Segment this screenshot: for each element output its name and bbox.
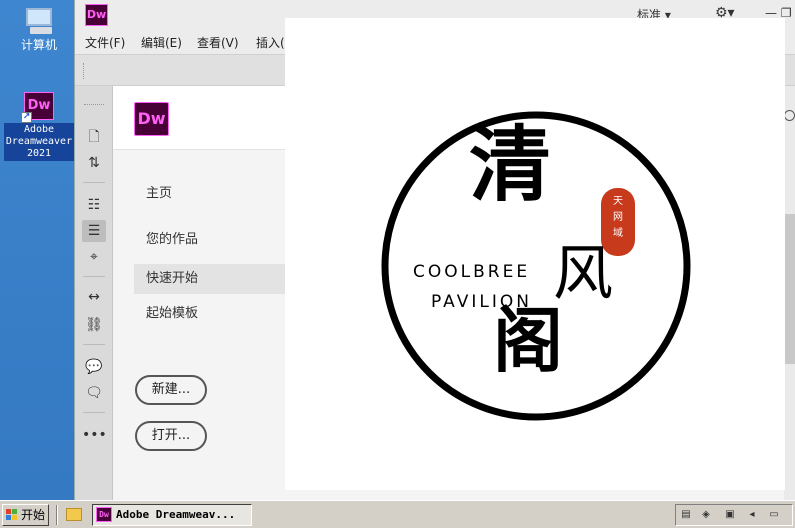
label-line: 2021: [26, 148, 52, 159]
logo-char-main: 清: [469, 117, 552, 213]
app-logo-icon: Dw: [85, 4, 108, 26]
seal-char: 天: [613, 196, 623, 207]
menu-edit[interactable]: 编辑(E): [141, 34, 182, 51]
nav-starter-templates[interactable]: 起始模板: [134, 299, 294, 329]
system-tray: ▤ ◈ ▣ ◂ ▭: [675, 504, 793, 526]
logo-char-ge: 阁: [493, 299, 563, 382]
file-icon[interactable]: 🗋: [82, 126, 106, 148]
tool-divider: [83, 276, 105, 277]
tray-ime-icon[interactable]: ▭: [768, 509, 780, 521]
windows-flag-icon: [6, 509, 18, 521]
tray-monitor-icon[interactable]: ▣: [724, 509, 736, 521]
start-label: 开始: [21, 508, 46, 522]
shortcut-arrow-icon: ↗: [21, 112, 32, 123]
desktop-icon-label: 计算机: [20, 38, 57, 52]
open-button[interactable]: 打开...: [135, 421, 207, 451]
scrollbar[interactable]: [784, 86, 795, 500]
expand-icon[interactable]: ↔: [82, 286, 106, 308]
dreamweaver-icon: Dw ↗: [21, 92, 54, 123]
code-format-icon[interactable]: ☰: [82, 220, 106, 242]
desktop-icon-label: Adobe Dreamweaver 2021: [4, 123, 74, 161]
logo-ring: [381, 111, 691, 421]
tray-shield-icon[interactable]: ◈: [700, 509, 712, 521]
dreamweaver-icon: Dw: [96, 507, 112, 522]
menu-insert[interactable]: 插入(: [256, 34, 285, 51]
desktop-icon-dreamweaver[interactable]: Dw ↗ Adobe Dreamweaver 2021: [4, 92, 74, 161]
new-button[interactable]: 新建...: [135, 375, 207, 405]
computer-icon: [22, 8, 56, 36]
nav-home[interactable]: 主页: [134, 179, 294, 209]
menu-view[interactable]: 查看(V): [197, 34, 239, 51]
nav-your-work[interactable]: 您的作品: [134, 225, 294, 255]
taskbar: 开始 Dw Adobe Dreamweav... ▤ ◈ ▣ ◂ ▭: [0, 500, 795, 528]
label-line: Adobe: [23, 124, 55, 135]
properties-icon[interactable]: ☷: [82, 194, 106, 216]
label-line: Dreamweaver: [5, 136, 73, 147]
logo-image: 清 天 网 域 COOLBREE 风 PAVILION 阁: [285, 18, 785, 490]
tool-divider: [83, 182, 105, 183]
start-button[interactable]: 开始: [2, 504, 49, 526]
rail-grip[interactable]: [84, 104, 104, 107]
link-icon[interactable]: ⛓: [82, 314, 106, 336]
more-icon[interactable]: •••: [82, 424, 107, 446]
crosshair-icon[interactable]: ⌖: [82, 246, 106, 268]
desktop-icon-computer[interactable]: 计算机: [4, 8, 74, 52]
tray-volume-icon[interactable]: ◂: [746, 509, 758, 521]
comment-icon[interactable]: 💬: [82, 356, 106, 378]
dreamweaver-logo-icon: Dw: [134, 102, 169, 136]
comment-remove-icon[interactable]: 🗨: [82, 382, 106, 404]
toolbar-grip[interactable]: [83, 63, 86, 79]
quicklaunch-divider: [56, 505, 58, 525]
tray-network-icon[interactable]: ▤: [680, 509, 692, 521]
taskbar-item-dreamweaver[interactable]: Dw Adobe Dreamweav...: [92, 504, 252, 526]
tool-divider: [83, 412, 105, 413]
tool-rail: 🗋 ⇅ ☷ ☰ ⌖ ↔ ⛓ 💬 🗨 •••: [75, 86, 113, 500]
logo-char-feng: 风: [553, 239, 613, 309]
sort-arrows-icon[interactable]: ⇅: [82, 152, 106, 174]
tool-divider: [83, 344, 105, 345]
logo-english-line1: COOLBREE: [413, 262, 531, 282]
help-icon[interactable]: [784, 110, 795, 121]
seal-char: 网: [613, 212, 623, 223]
taskbar-item-label: Adobe Dreamweav...: [116, 508, 236, 521]
folder-icon[interactable]: [66, 508, 82, 521]
menu-file[interactable]: 文件(F): [85, 34, 125, 51]
nav-quick-start[interactable]: 快速开始: [134, 264, 294, 294]
scrollbar-thumb[interactable]: [785, 214, 795, 364]
